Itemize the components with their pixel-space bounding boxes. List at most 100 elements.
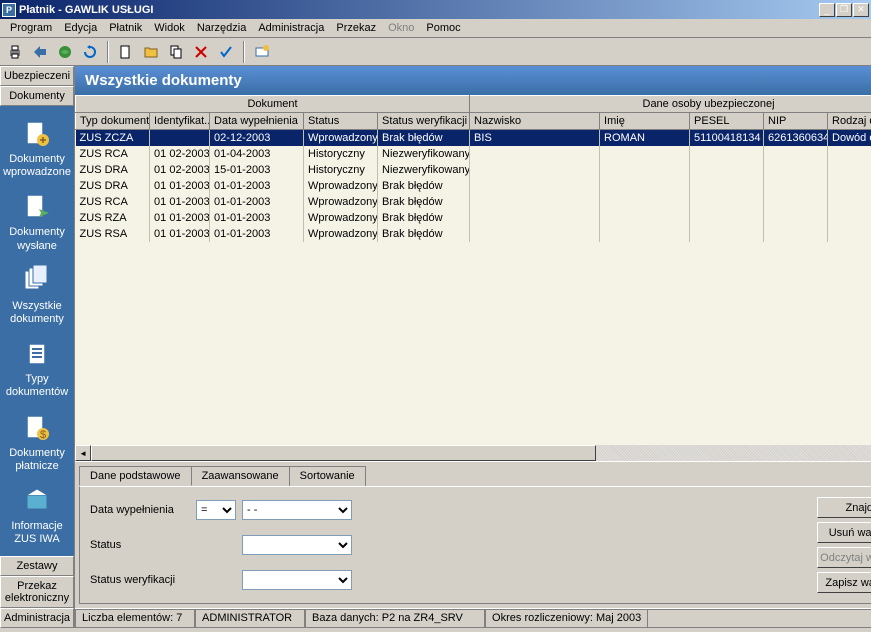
sidebar-item-wprowadzone[interactable]: Dokumenty wprowadzone xyxy=(0,112,74,185)
menu-administracja[interactable]: Administracja xyxy=(252,20,330,36)
cell-dataWyp: 15-01-2003 xyxy=(210,162,304,178)
menu-edycja[interactable]: Edycja xyxy=(58,20,103,36)
filter-date-value[interactable]: - - xyxy=(242,500,352,520)
sidebar-item-label: Dokumenty wprowadzone xyxy=(2,153,72,179)
table-row[interactable]: ZUS RSA01 01-200301-01-2003WprowadzonyBr… xyxy=(76,226,871,242)
col-datawyp[interactable]: Data wypełnienia xyxy=(210,113,304,130)
cell-dataWyp: 01-04-2003 xyxy=(210,146,304,162)
restore-button[interactable]: ❐ xyxy=(836,3,852,17)
horizontal-scrollbar[interactable]: ◄ ► xyxy=(75,445,871,461)
cell-typ: ZUS RZA xyxy=(76,210,150,226)
menu-widok[interactable]: Widok xyxy=(148,20,191,36)
col-ident[interactable]: Identyfikat... xyxy=(150,113,210,130)
sidebar-section-ubezpieczeni[interactable]: Ubezpieczeni xyxy=(0,66,74,86)
sidebar-section-administracja[interactable]: Administracja xyxy=(0,608,74,628)
cell-nazwisko: BIS xyxy=(470,130,600,146)
save-button[interactable]: Zapisz warunki xyxy=(817,572,871,593)
group-header-dokument[interactable]: Dokument xyxy=(76,96,470,113)
documents-grid[interactable]: Dokument Dane osoby ubezpieczonej Typ do… xyxy=(75,95,871,242)
tab-sortowanie[interactable]: Sortowanie xyxy=(289,466,366,486)
menubar: Program Edycja Płatnik Widok Narzędzia A… xyxy=(0,19,871,38)
cell-typ: ZUS DRA xyxy=(76,178,150,194)
sidebar-section-przekaz[interactable]: Przekaz elektroniczny xyxy=(0,576,74,608)
cell-pesel xyxy=(690,226,764,242)
cell-ident: 01 02-2003 xyxy=(150,146,210,162)
sidebar-item-platnicze[interactable]: $ Dokumenty płatnicze xyxy=(0,406,74,479)
filter-tabs: Dane podstawowe Zaawansowane Sortowanie xyxy=(79,466,871,486)
table-row[interactable]: ZUS DRA01 01-200301-01-2003WprowadzonyBr… xyxy=(76,178,871,194)
toolbar-print-icon[interactable] xyxy=(4,41,26,63)
cell-rodzaj xyxy=(828,146,871,162)
table-row[interactable]: ZUS RCA01 01-200301-01-2003WprowadzonyBr… xyxy=(76,194,871,210)
filter-tab-body: Data wypełnienia = - - Status Status wer… xyxy=(79,486,871,604)
toolbar-send-icon[interactable] xyxy=(29,41,51,63)
col-pesel[interactable]: PESEL xyxy=(690,113,764,130)
table-row[interactable]: ZUS ZCZA02-12-2003WprowadzonyBrak błędów… xyxy=(76,130,871,146)
col-statuswer[interactable]: Status weryfikacji xyxy=(378,113,470,130)
cell-status: Wprowadzony xyxy=(304,194,378,210)
menu-narzedzia[interactable]: Narzędzia xyxy=(191,20,253,36)
group-header-dane[interactable]: Dane osoby ubezpieczonej xyxy=(470,96,871,113)
col-status[interactable]: Status xyxy=(304,113,378,130)
toolbar-open-icon[interactable] xyxy=(140,41,162,63)
menu-program[interactable]: Program xyxy=(4,20,58,36)
sidebar-item-label: Wszystkie dokumenty xyxy=(2,300,72,326)
cell-dataWyp: 01-01-2003 xyxy=(210,226,304,242)
table-row[interactable]: ZUS RZA01 01-200301-01-2003WprowadzonyBr… xyxy=(76,210,871,226)
toolbar-globe-icon[interactable] xyxy=(54,41,76,63)
table-row[interactable]: ZUS DRA01 02-200315-01-2003HistorycznyNi… xyxy=(76,162,871,178)
sidebar-item-iwa[interactable]: Informacje ZUS IWA xyxy=(0,479,74,552)
col-nazwisko[interactable]: Nazwisko xyxy=(470,113,600,130)
toolbar-wizard-icon[interactable] xyxy=(251,41,273,63)
tab-zaawansowane[interactable]: Zaawansowane xyxy=(191,466,290,486)
minimize-button[interactable]: _ xyxy=(819,3,835,17)
cell-statusWer: Brak błędów xyxy=(378,130,470,146)
menu-okno[interactable]: Okno xyxy=(382,20,420,36)
window-buttons: _ ❐ ✕ xyxy=(819,3,869,17)
scroll-thumb[interactable] xyxy=(91,445,596,461)
toolbar-new-icon[interactable] xyxy=(115,41,137,63)
toolbar-copy-icon[interactable] xyxy=(165,41,187,63)
sidebar-item-wyslane[interactable]: Dokumenty wysłane xyxy=(0,185,74,258)
close-button[interactable]: ✕ xyxy=(853,3,869,17)
document-sent-icon xyxy=(21,191,53,223)
sidebar-section-dokumenty[interactable]: Dokumenty xyxy=(0,86,74,106)
cell-nip xyxy=(764,178,828,194)
cell-statusWer: Brak błędów xyxy=(378,210,470,226)
document-types-icon xyxy=(21,338,53,370)
table-row[interactable]: ZUS RCA01 02-200301-04-2003HistorycznyNi… xyxy=(76,146,871,162)
tab-podstawowe[interactable]: Dane podstawowe xyxy=(79,466,192,486)
sidebar-section-zestawy[interactable]: Zestawy xyxy=(0,556,74,576)
scroll-left-button[interactable]: ◄ xyxy=(75,445,91,461)
filter-status[interactable] xyxy=(242,535,352,555)
cell-ident: 01 01-2003 xyxy=(150,226,210,242)
cell-status: Wprowadzony xyxy=(304,210,378,226)
menu-platnik[interactable]: Płatnik xyxy=(103,20,148,36)
col-nip[interactable]: NIP xyxy=(764,113,828,130)
cell-imie: ROMAN xyxy=(600,130,690,146)
col-typ[interactable]: Typ dokumentu xyxy=(76,113,150,130)
filter-form: Data wypełnienia = - - Status Status wer… xyxy=(90,497,352,593)
toolbar-check-icon[interactable] xyxy=(215,41,237,63)
filter-statuswer[interactable] xyxy=(242,570,352,590)
status-count: Liczba elementów: 7 xyxy=(75,609,195,628)
document-iwa-icon xyxy=(21,485,53,517)
clear-button[interactable]: Usuń warunki xyxy=(817,522,871,543)
menu-przekaz[interactable]: Przekaz xyxy=(330,20,382,36)
col-imie[interactable]: Imię xyxy=(600,113,690,130)
sidebar-item-typy[interactable]: Typy dokumentów xyxy=(0,332,74,405)
cell-typ: ZUS ZCZA xyxy=(76,130,150,146)
cell-rodzaj: Dowód osobisty xyxy=(828,130,871,146)
col-rodzaj[interactable]: Rodzaj doku... xyxy=(828,113,871,130)
menu-pomoc[interactable]: Pomoc xyxy=(420,20,466,36)
filter-date-op[interactable]: = xyxy=(196,500,236,520)
scroll-track[interactable] xyxy=(91,445,871,461)
cell-dataWyp: 01-01-2003 xyxy=(210,178,304,194)
load-button[interactable]: Odczytaj warunki xyxy=(817,547,871,568)
toolbar-refresh-icon[interactable] xyxy=(79,41,101,63)
cell-rodzaj xyxy=(828,162,871,178)
sidebar-item-wszystkie[interactable]: Wszystkie dokumenty xyxy=(0,259,74,332)
find-button[interactable]: Znajdź xyxy=(817,497,871,518)
cell-statusWer: Niezweryfikowany xyxy=(378,162,470,178)
toolbar-delete-icon[interactable] xyxy=(190,41,212,63)
